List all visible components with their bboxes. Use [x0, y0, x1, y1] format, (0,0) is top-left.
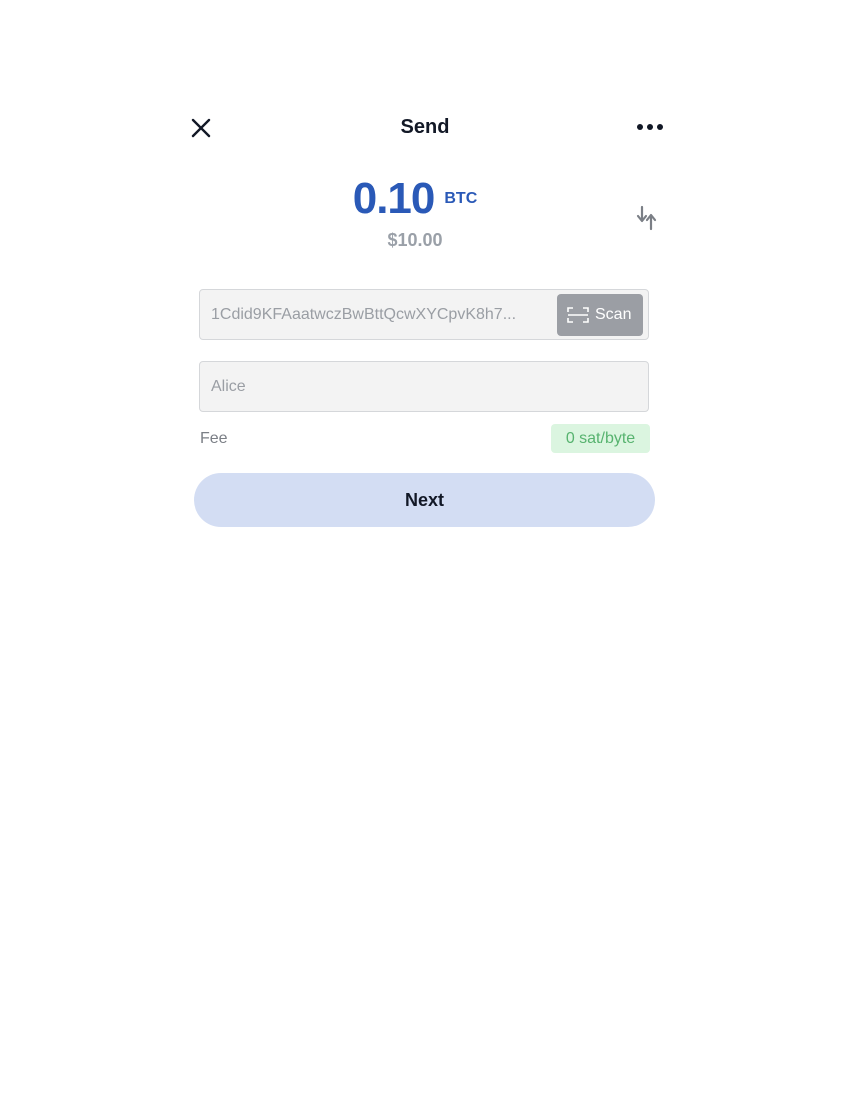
amount-display[interactable]: 0.10 BTC [0, 174, 850, 228]
next-button[interactable]: Next [194, 473, 655, 527]
more-options-button[interactable] [635, 118, 665, 136]
scan-icon [567, 307, 589, 323]
scan-label: Scan [595, 306, 632, 323]
amount-value: 0.10 [352, 174, 436, 223]
more-horizontal-icon [637, 124, 663, 130]
note-field[interactable]: Alice [199, 361, 649, 412]
note-value: Alice [211, 378, 246, 395]
amount-unit: BTC [444, 190, 478, 207]
scan-button[interactable]: Scan [557, 294, 643, 336]
fiat-amount: $10.00 [387, 230, 443, 250]
send-screen: Send 0.10 BTC $10.00 1Cdid9KFAaatwczBwBtt… [0, 0, 850, 1100]
fee-badge[interactable]: 0 sat/byte [551, 424, 650, 453]
fee-label: Fee [200, 430, 228, 447]
address-value: 1Cdid9KFAaatwczBwBttQcwXYCpvK8h7... [211, 306, 517, 323]
swap-vertical-icon [636, 205, 657, 231]
swap-currency-button[interactable] [636, 204, 658, 232]
address-field[interactable]: 1Cdid9KFAaatwczBwBttQcwXYCpvK8h7... Scan [199, 289, 649, 340]
header: Send [175, 100, 675, 156]
page-title: Send [400, 116, 450, 138]
